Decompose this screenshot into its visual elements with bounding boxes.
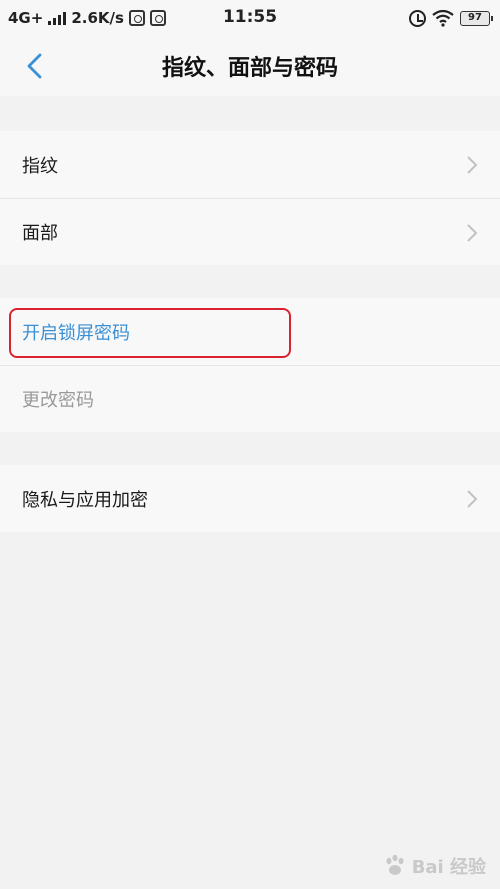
change-password-label: 更改密码 [22, 390, 94, 411]
fingerprint-item[interactable]: 指纹 [0, 131, 500, 198]
enable-lock-password-label: 开启锁屏密码 [22, 322, 130, 344]
chevron-right-icon [467, 224, 478, 242]
chevron-right-icon [467, 156, 478, 174]
battery-icon: 97 [460, 10, 493, 26]
watermark: Bai 经验 [382, 853, 486, 879]
privacy-app-encryption-label: 隐私与应用加密 [22, 489, 148, 511]
app-header: 指纹、面部与密码 [0, 36, 500, 96]
enable-lock-password-item[interactable]: 开启锁屏密码 [0, 298, 500, 365]
fingerprint-label: 指纹 [22, 155, 58, 177]
status-right: 97 [409, 8, 493, 28]
biometrics-group: 指纹 面部 [0, 131, 500, 265]
change-password-item: 更改密码 [0, 365, 500, 432]
password-group: 开启锁屏密码 更改密码 [0, 298, 500, 432]
status-bar: 4G+ 2.6K/s 11:55 97 [0, 0, 500, 36]
alarm-icon [409, 9, 426, 27]
face-label: 面部 [22, 223, 58, 244]
chevron-right-icon [467, 490, 478, 508]
privacy-app-encryption-item[interactable]: 隐私与应用加密 [0, 465, 500, 532]
screen: 4G+ 2.6K/s 11:55 97 指纹、面部与密码 指纹 面部 开启锁屏密… [0, 0, 500, 889]
watermark-text: Bai 经验 [411, 857, 486, 878]
face-item[interactable]: 面部 [0, 198, 500, 265]
paw-icon [386, 854, 404, 875]
privacy-group: 隐私与应用加密 [0, 465, 500, 532]
page-title: 指纹、面部与密码 [161, 56, 338, 81]
wifi-icon [432, 9, 454, 27]
